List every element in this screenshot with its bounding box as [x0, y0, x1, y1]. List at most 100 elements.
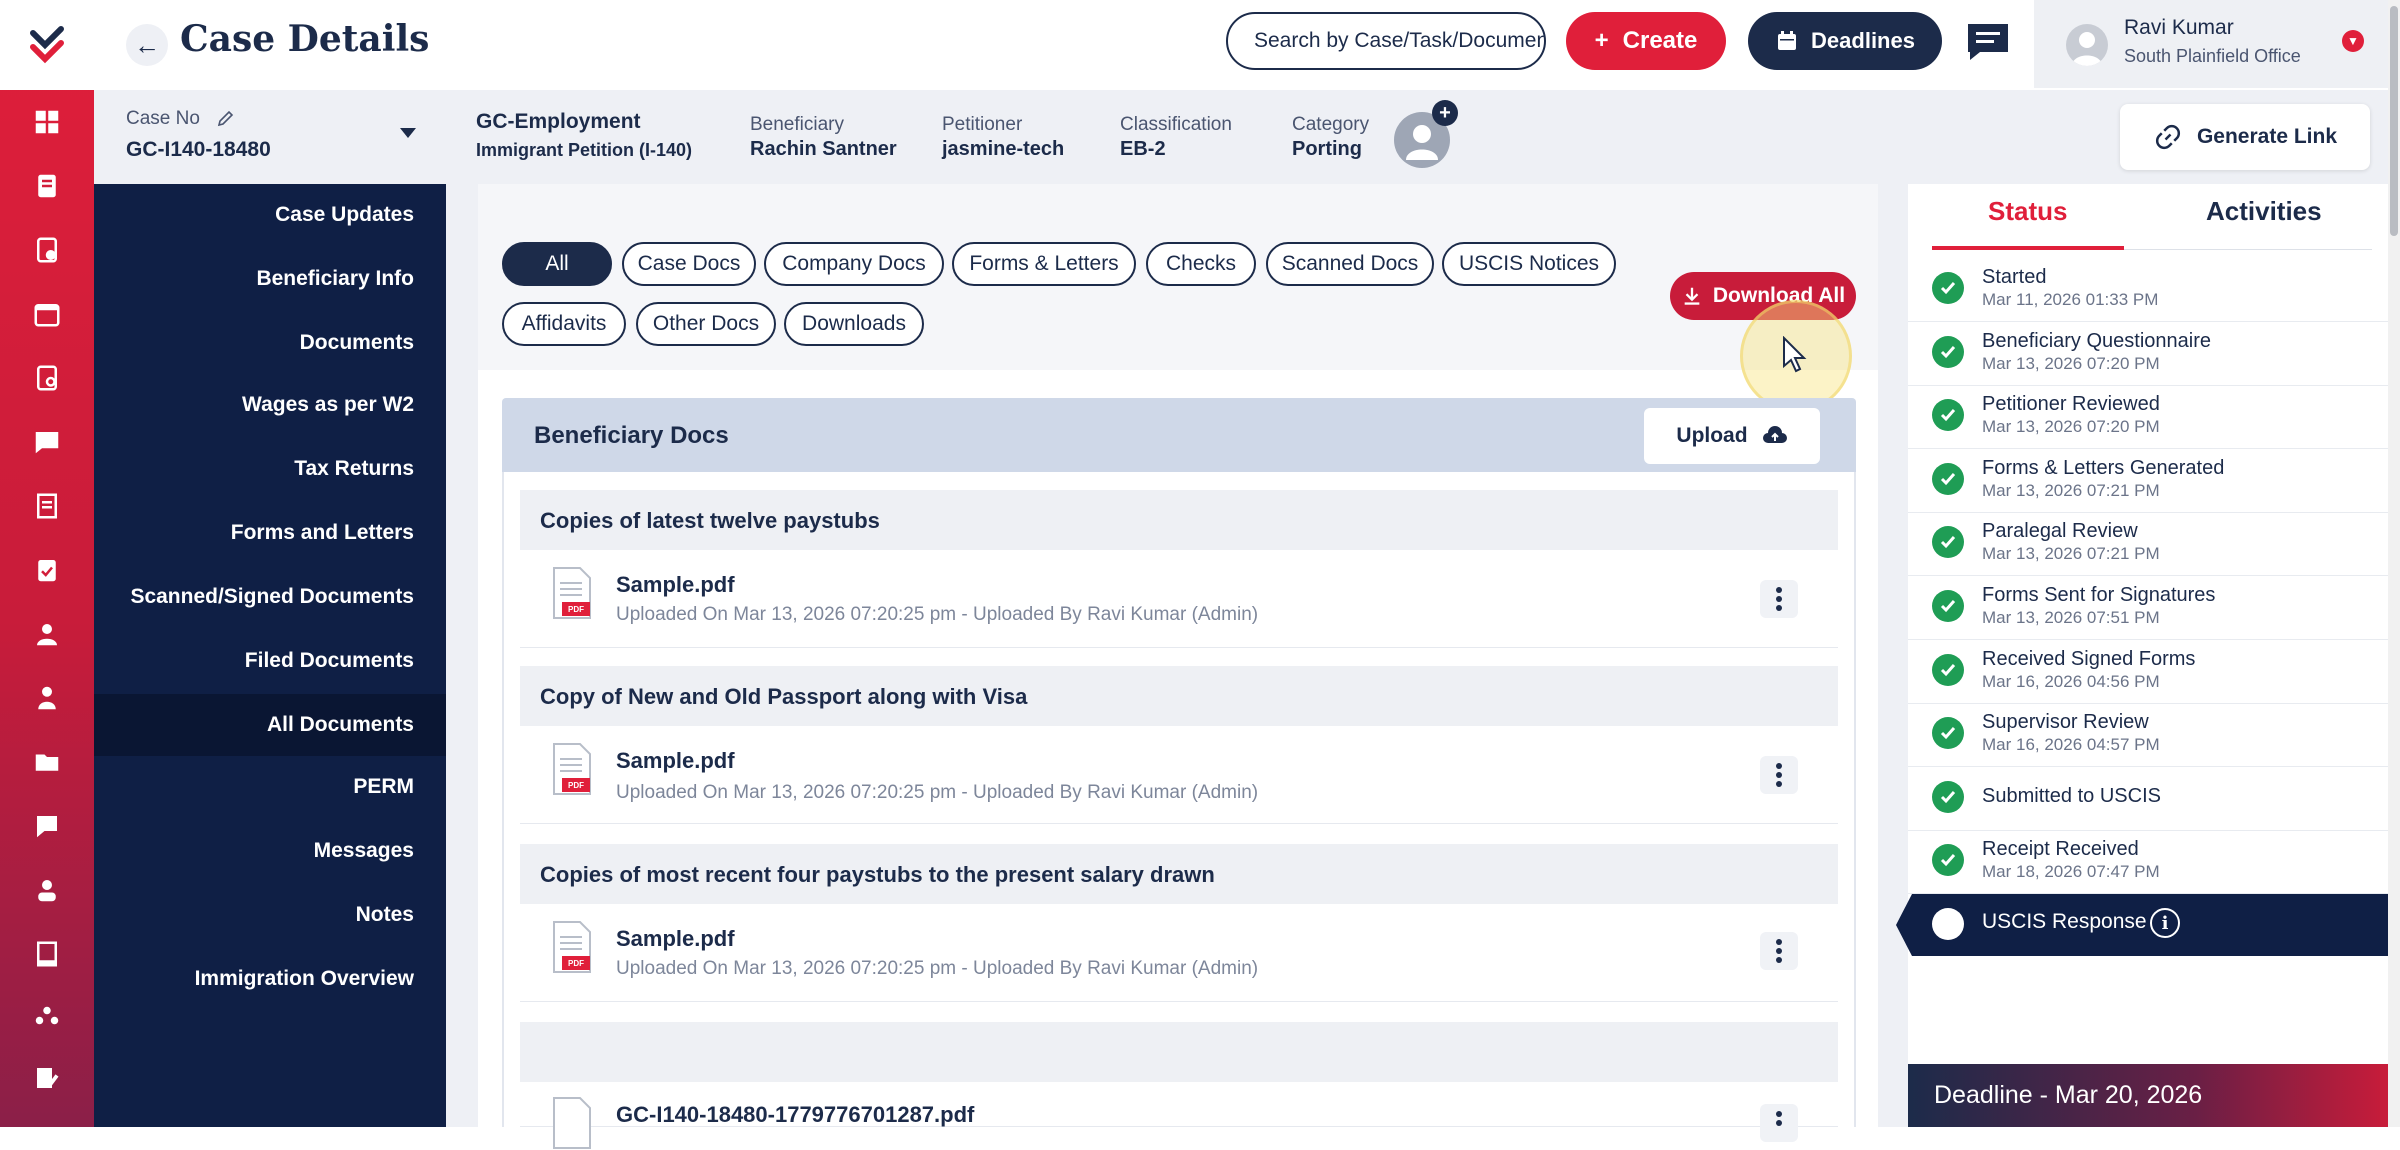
- chevron-down-icon[interactable]: ▼: [2342, 30, 2364, 52]
- filter-chip-company-docs[interactable]: Company Docs: [764, 242, 944, 286]
- more-options-button[interactable]: [1760, 580, 1798, 618]
- app-logo[interactable]: [0, 0, 94, 90]
- filter-chip-checks[interactable]: Checks: [1146, 242, 1256, 286]
- status-step-title: Petitioner Reviewed: [1982, 393, 2160, 415]
- pdf-file-icon: [553, 1097, 591, 1149]
- filter-chip-forms-letters[interactable]: Forms & Letters: [952, 242, 1136, 286]
- check-circle-icon: [1932, 272, 1964, 304]
- classification-value: EB-2: [1120, 138, 1166, 160]
- sidebar-item-messages[interactable]: Messages: [94, 820, 446, 882]
- notes-icon[interactable]: [0, 800, 94, 852]
- sidebar-item-case-updates[interactable]: Case Updates: [94, 184, 446, 246]
- dashboard-icon[interactable]: [0, 96, 94, 148]
- more-options-button[interactable]: [1760, 1104, 1798, 1142]
- generate-link-button[interactable]: Generate Link: [2120, 104, 2370, 170]
- beneficiary-icon[interactable]: [0, 672, 94, 724]
- tab-activities[interactable]: Activities: [2206, 196, 2322, 227]
- pdf-file-icon: PDF: [553, 743, 591, 795]
- pdf-tag: PDF: [568, 959, 584, 968]
- doc-group-title: Copies of most recent four paystubs to t…: [540, 862, 1215, 887]
- filter-chip-scanned-docs[interactable]: Scanned Docs: [1266, 242, 1434, 286]
- petitioner-value: jasmine-tech: [942, 138, 1065, 160]
- filter-chip-other-docs[interactable]: Other Docs: [636, 302, 776, 346]
- documents-icon[interactable]: [0, 480, 94, 532]
- file-name[interactable]: Sample.pdf: [616, 926, 735, 952]
- check-circle-icon: [1932, 463, 1964, 495]
- create-button[interactable]: + Create: [1566, 12, 1726, 70]
- sidebar-item-tax-returns[interactable]: Tax Returns: [94, 438, 446, 500]
- scrollbar-thumb[interactable]: [2390, 6, 2398, 236]
- deadlines-label: Deadlines: [1811, 28, 1915, 53]
- more-options-button[interactable]: [1760, 932, 1798, 970]
- reports-icon[interactable]: [0, 352, 94, 404]
- filter-chip-uscis-notices[interactable]: USCIS Notices: [1442, 242, 1616, 286]
- sidebar-item-documents[interactable]: Documents: [94, 312, 446, 374]
- pencil-icon[interactable]: [216, 108, 236, 128]
- case-dropdown-caret-icon[interactable]: [400, 128, 416, 138]
- avatar[interactable]: [2066, 24, 2108, 66]
- arrow-left-icon: ←: [134, 29, 160, 60]
- doc-row[interactable]: [520, 550, 1838, 648]
- file-meta: Uploaded On Mar 13, 2026 07:20:25 pm - U…: [616, 782, 1259, 803]
- add-assignee-button[interactable]: +: [1432, 100, 1458, 126]
- plus-icon: +: [1594, 27, 1609, 54]
- deadlines-button[interactable]: Deadlines: [1748, 12, 1942, 70]
- filter-chip-downloads[interactable]: Downloads: [784, 302, 924, 346]
- doc-group-title: Copy of New and Old Passport along with …: [540, 684, 1028, 709]
- case-no-label: Case No: [126, 108, 200, 129]
- check-circle-icon: [1932, 526, 1964, 558]
- sidebar-item-wages[interactable]: Wages as per W2: [94, 374, 446, 436]
- sidebar-item-forms-letters[interactable]: Forms and Letters: [94, 502, 446, 564]
- info-icon[interactable]: i: [2150, 908, 2180, 938]
- active-tab-indicator: [1932, 246, 2124, 250]
- edit-doc-icon[interactable]: [0, 1052, 94, 1104]
- tasks-icon[interactable]: [0, 224, 94, 276]
- file-name[interactable]: Sample.pdf: [616, 572, 735, 598]
- mouse-cursor-icon: [1783, 336, 1807, 373]
- doc-row[interactable]: [520, 726, 1838, 824]
- sidebar-item-perm[interactable]: PERM: [94, 756, 446, 818]
- cases-icon[interactable]: [0, 160, 94, 212]
- logo-icon: [30, 26, 64, 64]
- sidebar-item-all-documents[interactable]: All Documents: [94, 694, 446, 756]
- ledger-icon[interactable]: [0, 928, 94, 980]
- upload-label: Upload: [1676, 424, 1748, 447]
- check-circle-icon: [1932, 844, 1964, 876]
- user-icon[interactable]: [0, 608, 94, 660]
- user-name: Ravi Kumar: [2124, 16, 2234, 39]
- back-button[interactable]: ←: [126, 24, 168, 66]
- upload-button[interactable]: Upload: [1644, 408, 1820, 464]
- sidebar-item-immigration-overview[interactable]: Immigration Overview: [94, 948, 446, 1010]
- calendar-icon: [1778, 31, 1797, 50]
- status-step-date: Mar 16, 2026 04:57 PM: [1982, 735, 2160, 754]
- case-type: GC-Employment: [476, 110, 641, 133]
- doc-row[interactable]: [520, 904, 1838, 1002]
- more-options-button[interactable]: [1760, 756, 1798, 794]
- sidebar-item-scanned-signed[interactable]: Scanned/Signed Documents: [94, 566, 446, 628]
- messages-icon[interactable]: [0, 416, 94, 468]
- check-circle-icon: [1932, 781, 1964, 813]
- folder-icon[interactable]: [0, 736, 94, 788]
- contacts-icon[interactable]: [0, 864, 94, 916]
- sidebar-item-filed-documents[interactable]: Filed Documents: [94, 630, 446, 692]
- status-step-date: Mar 13, 2026 07:20 PM: [1982, 354, 2160, 373]
- filter-chip-case-docs[interactable]: Case Docs: [622, 242, 756, 286]
- file-name[interactable]: GC-I140-18480-1779776701287.pdf: [616, 1102, 974, 1128]
- check-circle-icon: [1932, 717, 1964, 749]
- chat-button[interactable]: [1966, 22, 2010, 62]
- sidebar-item-beneficiary-info[interactable]: Beneficiary Info: [94, 248, 446, 310]
- check-circle-icon: [1932, 336, 1964, 368]
- checklist-icon[interactable]: [0, 544, 94, 596]
- kebab-menu-icon: [1776, 763, 1782, 787]
- team-icon[interactable]: [0, 992, 94, 1044]
- search-input[interactable]: Search by Case/Task/Document: [1226, 12, 1546, 70]
- tab-status[interactable]: Status: [1988, 196, 2067, 227]
- sidebar-item-notes[interactable]: Notes: [94, 884, 446, 946]
- filter-chip-all[interactable]: All: [502, 242, 612, 286]
- status-step-date: Mar 18, 2026 07:47 PM: [1982, 862, 2160, 881]
- status-step-date: Mar 16, 2026 04:56 PM: [1982, 672, 2160, 691]
- calendar-icon[interactable]: [0, 288, 94, 340]
- status-step-title: Forms & Letters Generated: [1982, 457, 2225, 479]
- file-name[interactable]: Sample.pdf: [616, 748, 735, 774]
- filter-chip-affidavits[interactable]: Affidavits: [502, 302, 626, 346]
